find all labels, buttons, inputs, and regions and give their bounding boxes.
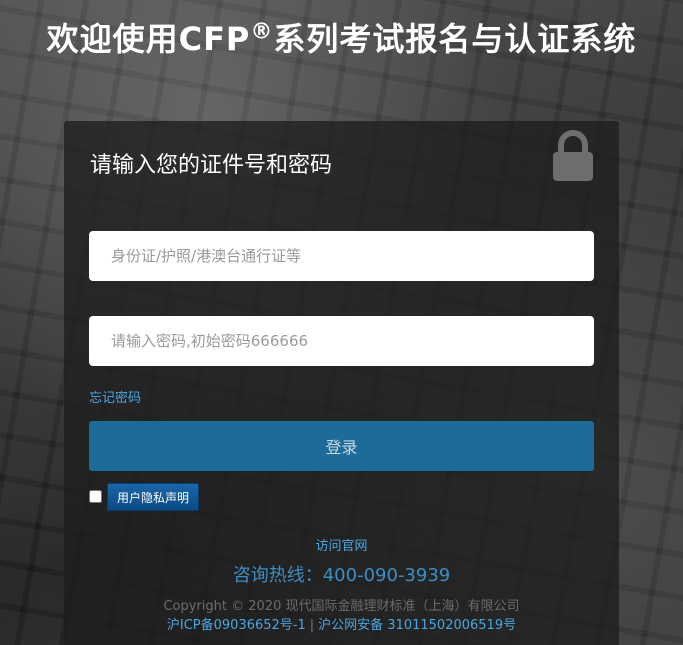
login-panel: 请输入您的证件号和密码 忘记密码 登录 用户隐私声明 访问官网 咨询热线：400… xyxy=(64,121,619,645)
title-text-part2: 系列考试报名与认证系统 xyxy=(273,20,637,58)
privacy-agree-checkbox[interactable] xyxy=(89,490,102,503)
icp-record-link[interactable]: 沪ICP备09036652号-1 xyxy=(167,618,306,633)
copyright-text: Copyright © 2020 现代国际金融理财标准（上海）有限公司 xyxy=(163,599,520,614)
login-button[interactable]: 登录 xyxy=(89,421,594,471)
hotline-text: 咨询热线：400-090-3939 xyxy=(232,565,451,586)
police-record-link[interactable]: 沪公网安备 31011502006519号 xyxy=(318,618,516,633)
forgot-password-link[interactable]: 忘记密码 xyxy=(89,387,141,406)
password-input[interactable] xyxy=(89,316,594,366)
login-heading: 请输入您的证件号和密码 xyxy=(90,153,333,178)
icp-line: 沪ICP备09036652号-1 | 沪公网安备 31011502006519号 xyxy=(64,614,619,633)
lock-icon xyxy=(553,130,593,181)
privacy-statement-button[interactable]: 用户隐私声明 xyxy=(107,483,200,511)
visit-official-site-link[interactable]: 访问官网 xyxy=(315,539,367,554)
registered-mark: ® xyxy=(250,19,274,45)
icp-separator: | xyxy=(309,618,315,633)
page-title: 欢迎使用CFP®系列考试报名与认证系统 xyxy=(0,14,683,60)
id-number-input[interactable] xyxy=(89,231,594,281)
title-text-part1: 欢迎使用CFP xyxy=(46,20,251,58)
visit-official-site: 访问官网 xyxy=(64,535,619,554)
